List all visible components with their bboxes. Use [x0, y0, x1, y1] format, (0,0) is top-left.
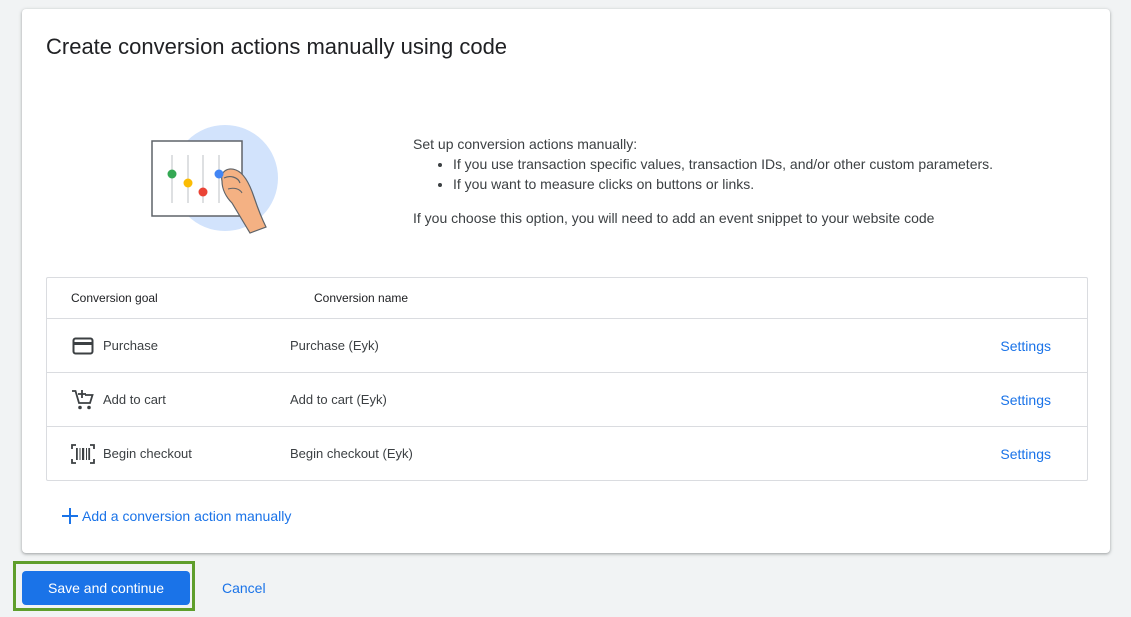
goal-label: Begin checkout — [103, 446, 192, 461]
settings-link-add-to-cart[interactable]: Settings — [1000, 392, 1051, 408]
add-shopping-cart-icon — [71, 388, 95, 412]
add-conversion-action-link[interactable]: Add a conversion action manually — [60, 506, 291, 526]
conversion-name: Begin checkout (Eyk) — [290, 446, 413, 461]
goal-label: Add to cart — [103, 392, 166, 407]
goal-cell: Add to cart — [47, 388, 290, 412]
conversion-name: Purchase (Eyk) — [290, 338, 379, 353]
save-and-continue-button[interactable]: Save and continue — [22, 571, 190, 605]
conversion-table: Conversion goal Conversion name Purchase… — [46, 277, 1088, 481]
table-row: Add to cart Add to cart (Eyk) Settings — [47, 373, 1087, 427]
conversion-card: Create conversion actions manually using… — [22, 9, 1110, 553]
settings-link-purchase[interactable]: Settings — [1000, 338, 1051, 354]
page-title: Create conversion actions manually using… — [46, 34, 508, 59]
column-header-goal: Conversion goal — [71, 291, 158, 305]
cancel-button[interactable]: Cancel — [210, 571, 278, 605]
info-bullets: If you use transaction specific values, … — [413, 154, 1073, 194]
table-row: Begin checkout Begin checkout (Eyk) Sett… — [47, 427, 1087, 480]
sliders-illustration — [150, 123, 280, 235]
credit-card-icon — [71, 334, 95, 358]
add-link-label: Add a conversion action manually — [82, 508, 292, 524]
goal-label: Purchase — [103, 338, 158, 353]
info-text: Set up conversion actions manually: If y… — [413, 134, 1073, 228]
settings-link-begin-checkout[interactable]: Settings — [1000, 446, 1051, 462]
info-bullet: If you use transaction specific values, … — [453, 154, 1073, 174]
info-intro: Set up conversion actions manually: — [413, 136, 638, 152]
table-header: Conversion goal Conversion name — [47, 278, 1087, 319]
barcode-scanner-icon — [71, 442, 95, 466]
column-header-name: Conversion name — [314, 291, 409, 305]
plus-icon — [60, 506, 80, 526]
table-row: Purchase Purchase (Eyk) Settings — [47, 319, 1087, 373]
goal-cell: Purchase — [47, 334, 290, 358]
conversion-name: Add to cart (Eyk) — [290, 392, 387, 407]
goal-cell: Begin checkout — [47, 442, 290, 466]
info-bullet: If you want to measure clicks on buttons… — [453, 174, 1073, 194]
info-note: If you choose this option, you will need… — [413, 210, 935, 226]
